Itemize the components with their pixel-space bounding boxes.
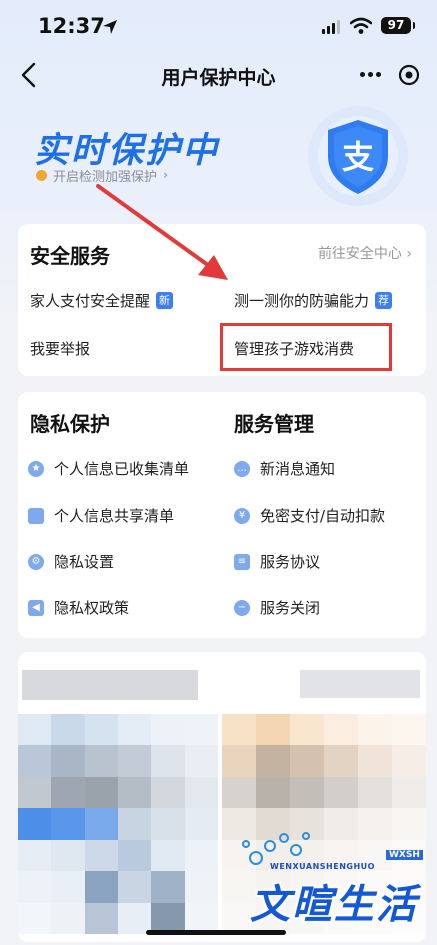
security-title: 安全服务: [30, 244, 110, 268]
minus-icon: −: [234, 599, 250, 616]
item-label: 个人信息共享清单: [54, 507, 175, 525]
item-label: 服务关闭: [260, 599, 321, 617]
chat-bubble-icon: …: [234, 460, 250, 477]
folder-icon: [28, 507, 44, 524]
alipay-shield-icon: 支: [308, 106, 408, 206]
wifi-icon: [350, 17, 372, 34]
collected-info-list-item[interactable]: ★ 个人信息已收集清单: [28, 458, 189, 479]
goto-label: 前往安全中心: [317, 246, 402, 262]
report-item[interactable]: 我要举报: [30, 338, 90, 359]
enhance-protection-link[interactable]: 开启检测加强保护 ›: [36, 166, 168, 185]
hero-subtitle: 开启检测加强保护: [53, 170, 158, 185]
item-label: 隐私设置: [54, 553, 115, 571]
pixelated-title: [22, 670, 198, 700]
item-label: 新消息通知: [260, 460, 336, 478]
shared-info-list-item[interactable]: 个人信息共享清单: [28, 505, 174, 526]
new-badge: 新: [156, 292, 174, 309]
service-agreement-item[interactable]: ≡ 服务协议: [234, 551, 320, 572]
service-close-item[interactable]: − 服务关闭: [234, 597, 320, 618]
protection-hero: 实时保护中 开启检测加强保护 › 支: [0, 100, 437, 220]
highlight-box: [220, 323, 392, 371]
privacy-title: 隐私保护: [30, 412, 110, 436]
privacy-service-card: 隐私保护 服务管理 ★ 个人信息已收集清单 个人信息共享清单 ⚙ 隐私设置 ◀ …: [18, 392, 426, 638]
pixelated-banner-left: [18, 714, 218, 934]
logo-subtitle: WENXUANSHENGHUO: [270, 862, 375, 871]
new-message-notification-item[interactable]: … 新消息通知: [234, 458, 335, 479]
item-label: 我要举报: [30, 340, 91, 358]
chevron-right-icon: ›: [406, 246, 412, 262]
privacy-settings-item[interactable]: ⚙ 隐私设置: [28, 551, 114, 572]
watermark-logo: WXSH WENXUANSHENGHUO 文暄生活: [230, 828, 426, 940]
status-dot-icon: [36, 170, 47, 181]
family-payment-alert-item[interactable]: 家人支付安全提醒 新: [30, 290, 174, 311]
goto-security-center-link[interactable]: 前往安全中心 ›: [318, 243, 412, 263]
logo-tag: WXSH: [386, 850, 423, 860]
anti-fraud-test-item[interactable]: 测一测你的防骗能力 荐: [234, 290, 393, 311]
recommend-badge: 荐: [375, 292, 393, 309]
item-label: 服务协议: [260, 553, 321, 571]
speaker-icon: ◀: [28, 599, 44, 616]
password-free-payment-item[interactable]: ¥ 免密支付/自动扣款: [234, 505, 385, 526]
item-label: 隐私权政策: [54, 599, 130, 617]
nav-bar: 用户保护中心: [0, 52, 437, 98]
location-arrow-icon: [103, 20, 117, 34]
more-icon[interactable]: [360, 72, 381, 77]
yuan-icon: ¥: [234, 507, 250, 524]
status-bar: 12:37 97: [0, 0, 437, 52]
security-services-card: 安全服务 前往安全中心 › 家人支付安全提醒 新 测一测你的防骗能力 荐 我要举…: [18, 224, 426, 376]
pixelated-link: [300, 670, 420, 698]
status-time: 12:37: [38, 14, 105, 38]
item-label: 测一测你的防骗能力: [234, 292, 370, 310]
shield-char: 支: [342, 138, 374, 176]
logo-text: 文暄生活: [250, 882, 418, 928]
chevron-right-icon: ›: [163, 168, 169, 183]
home-indicator: [146, 930, 286, 935]
close-miniapp-icon[interactable]: [398, 64, 420, 86]
star-icon: ★: [28, 460, 44, 477]
item-label: 个人信息已收集清单: [54, 460, 190, 478]
service-title: 服务管理: [234, 412, 314, 436]
item-label: 家人支付安全提醒: [30, 292, 151, 310]
battery-indicator: 97: [381, 17, 415, 34]
gear-icon: ⚙: [28, 553, 44, 570]
cellular-signal-icon: [322, 20, 340, 34]
document-icon: ≡: [234, 553, 250, 570]
privacy-policy-item[interactable]: ◀ 隐私权政策: [28, 597, 129, 618]
item-label: 免密支付/自动扣款: [260, 507, 386, 525]
